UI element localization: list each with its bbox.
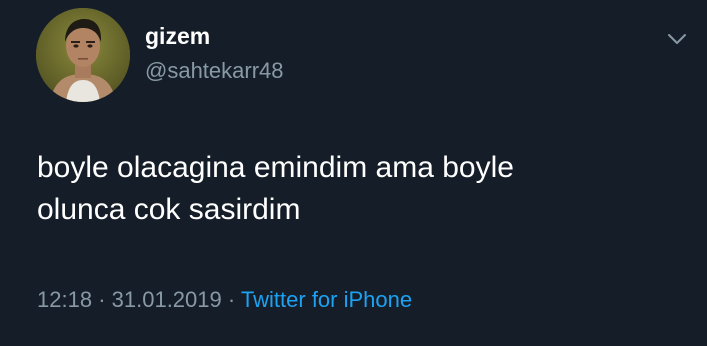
chevron-down-icon: [668, 34, 686, 44]
meta-separator: ·: [227, 287, 236, 312]
tweet-time[interactable]: 12:18: [37, 287, 92, 312]
tweet-card: gizem @sahtekarr48 boyle olacagina emind…: [0, 0, 707, 346]
tweet-text: boyle olacagina emindim ama boyle olunca…: [37, 147, 677, 231]
tweet-text-line: olunca cok sasirdim: [37, 193, 301, 226]
display-name[interactable]: gizem: [145, 22, 210, 50]
tweet-text-line: boyle olacagina emindim ama boyle: [37, 151, 514, 184]
tweet-source-link[interactable]: Twitter for iPhone: [241, 287, 412, 312]
tweet-date[interactable]: 31.01.2019: [112, 287, 222, 312]
user-handle[interactable]: @sahtekarr48: [145, 57, 284, 85]
tweet-meta: 12:18 · 31.01.2019 · Twitter for iPhone: [37, 283, 412, 317]
tweet-menu-button[interactable]: [662, 24, 692, 54]
avatar[interactable]: [36, 8, 130, 102]
meta-separator: ·: [98, 287, 106, 312]
avatar-photo: [36, 8, 130, 102]
